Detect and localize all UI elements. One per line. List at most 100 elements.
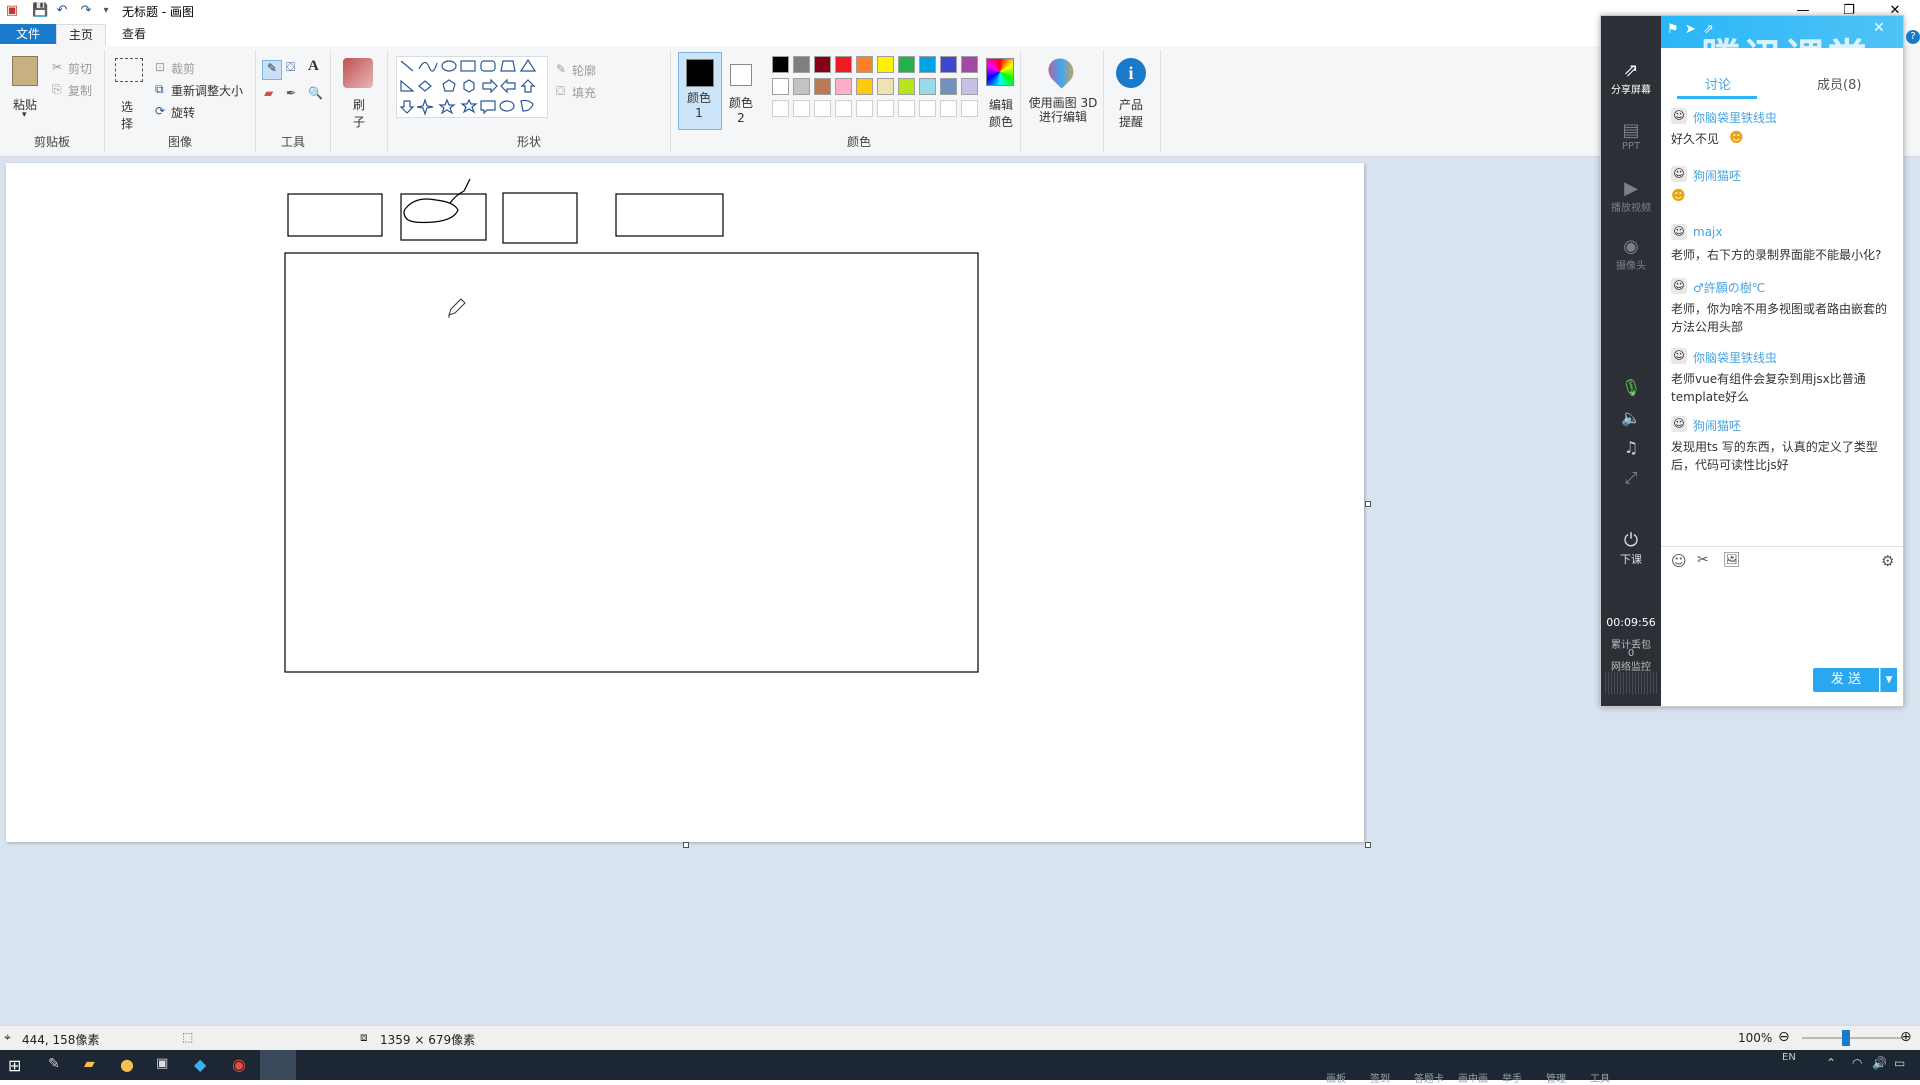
chat-settings-icon[interactable]: ⚙ — [1881, 552, 1894, 570]
palette-swatch[interactable] — [793, 56, 810, 73]
edit-colors-button[interactable]: 编辑颜色 — [986, 96, 1016, 130]
end-class-button[interactable]: ⏻ 下课 — [1601, 530, 1661, 567]
select-icon[interactable] — [115, 58, 143, 82]
paint-app-icon[interactable]: ▣ — [4, 3, 20, 19]
chat-input[interactable] — [1665, 572, 1895, 646]
send-options-chevron-icon[interactable]: ▼ — [1880, 668, 1897, 692]
edit-colors-icon[interactable] — [986, 58, 1014, 86]
classroom-toolbar-item[interactable]: 签到 — [1370, 1070, 1390, 1085]
magnifier-icon[interactable]: 🔍 — [308, 86, 323, 100]
custom-color-slot[interactable] — [877, 100, 894, 117]
palette-swatch[interactable] — [919, 78, 936, 95]
palette-swatch[interactable] — [835, 56, 852, 73]
tab-home[interactable]: 主页 — [56, 24, 107, 46]
input-language[interactable]: EN — [1782, 1052, 1796, 1063]
crop-button[interactable]: 裁剪 — [171, 60, 195, 77]
palette-swatch[interactable] — [772, 78, 789, 95]
custom-color-slot[interactable] — [961, 100, 978, 117]
palette-swatch[interactable] — [856, 56, 873, 73]
brush-icon[interactable] — [343, 58, 373, 88]
chat-username[interactable]: ♂許願の樹℃ — [1693, 279, 1765, 296]
camera-button[interactable]: ◉ 摄像头 — [1601, 236, 1661, 272]
pencil-icon[interactable]: ✎ — [262, 60, 282, 80]
customize-quick-access-icon[interactable]: ▾ — [98, 3, 114, 19]
zoom-slider[interactable] — [1802, 1037, 1902, 1039]
product-alert-button[interactable]: 产品提醒 — [1116, 96, 1146, 130]
canvas-resize-handle-right[interactable] — [1365, 501, 1371, 507]
classroom-toolbar-item[interactable]: 工具 — [1590, 1070, 1610, 1085]
copy-button[interactable]: 复制 — [68, 82, 92, 99]
custom-color-slot[interactable] — [898, 100, 915, 117]
ppt-button[interactable]: ▤ PPT — [1601, 120, 1661, 152]
cut-button[interactable]: 剪切 — [68, 60, 92, 77]
pin-icon[interactable]: ⚑ — [1667, 22, 1679, 37]
tab-members[interactable]: 成员(8) — [1817, 74, 1861, 93]
share-screen-button[interactable]: ⇗ 分享屏幕 — [1601, 60, 1661, 96]
play-video-button[interactable]: ▶ 播放视频 — [1601, 178, 1661, 214]
custom-color-slot[interactable] — [940, 100, 957, 117]
tray-expand-icon[interactable]: ⌃ — [1826, 1056, 1836, 1070]
microphone-icon[interactable]: 🎙 — [1601, 378, 1661, 397]
chat-username[interactable]: 狗闹猫呸 — [1693, 417, 1741, 434]
canvas-resize-handle-corner[interactable] — [1365, 842, 1371, 848]
classroom-toolbar-item[interactable]: 答题卡 — [1414, 1070, 1444, 1085]
palette-swatch[interactable] — [898, 56, 915, 73]
chat-username[interactable]: majx — [1693, 225, 1722, 239]
terminal-icon[interactable]: ▣ — [156, 1056, 168, 1071]
chat-close-icon[interactable]: ✕ — [1873, 20, 1885, 36]
file-explorer-icon[interactable]: ▰ — [84, 1056, 95, 1072]
help-icon[interactable]: ? — [1906, 30, 1920, 44]
classroom-toolbar-item[interactable]: 画中画 — [1458, 1070, 1488, 1085]
tab-discuss[interactable]: 讨论 — [1705, 74, 1731, 93]
custom-color-slot[interactable] — [814, 100, 831, 117]
canvas-resize-handle-bottom[interactable] — [683, 842, 689, 848]
tab-view[interactable]: 查看 — [110, 24, 158, 44]
paint3d-button[interactable]: 使用画图 3D 进行编辑 — [1027, 96, 1099, 124]
palette-swatch[interactable] — [877, 56, 894, 73]
tab-file[interactable]: 文件 — [0, 24, 56, 44]
fill-button[interactable]: 填充 — [572, 84, 596, 101]
resize-button[interactable]: 重新调整大小 — [171, 82, 243, 99]
outline-button[interactable]: 轮廓 — [572, 62, 596, 79]
palette-swatch[interactable] — [814, 78, 831, 95]
tencent-classroom-icon[interactable]: ◆ — [194, 1055, 206, 1074]
palette-swatch[interactable] — [856, 78, 873, 95]
undo-icon[interactable]: ↶ — [54, 3, 70, 19]
custom-color-slot[interactable] — [793, 100, 810, 117]
classroom-toolbar-item[interactable]: 画板 — [1326, 1070, 1346, 1085]
notification-icon[interactable]: ▭ — [1894, 1056, 1905, 1070]
chat-username[interactable]: 你脑袋里铁线虫 — [1693, 109, 1777, 126]
palette-swatch[interactable] — [961, 56, 978, 73]
palette-swatch[interactable] — [898, 78, 915, 95]
palette-swatch[interactable] — [961, 78, 978, 95]
zoom-slider-thumb[interactable] — [1842, 1030, 1850, 1046]
palette-swatch[interactable] — [919, 56, 936, 73]
arrow-icon[interactable]: ➤ — [1685, 22, 1696, 37]
select-button[interactable]: 选择 — [121, 98, 135, 132]
palette-swatch[interactable] — [814, 56, 831, 73]
zoom-in-icon[interactable]: ⊕ — [1900, 1029, 1912, 1045]
windows-start-icon[interactable]: ⊞ — [8, 1056, 21, 1075]
brushes-button[interactable]: 刷子 — [353, 96, 367, 130]
paste-icon[interactable] — [12, 56, 38, 86]
zoom-out-icon[interactable]: ⊖ — [1778, 1029, 1790, 1045]
save-icon[interactable]: 💾 — [32, 3, 48, 19]
paint3d-icon[interactable] — [1043, 53, 1079, 89]
chrome-icon[interactable]: ◉ — [232, 1055, 246, 1074]
palette-swatch[interactable] — [940, 56, 957, 73]
color1-selector[interactable]: 颜色 1 — [678, 52, 722, 130]
classroom-toolbar-item[interactable]: 举手 — [1502, 1070, 1522, 1085]
eraser-icon[interactable]: ▰ — [264, 86, 273, 100]
chat-username[interactable]: 你脑袋里铁线虫 — [1693, 349, 1777, 366]
drawing-canvas[interactable] — [6, 163, 1364, 842]
classroom-toolbar-item[interactable]: 管理 — [1546, 1070, 1566, 1085]
custom-color-slot[interactable] — [919, 100, 936, 117]
palette-swatch[interactable] — [835, 78, 852, 95]
fullscreen-icon[interactable]: ⤢ — [1601, 468, 1661, 488]
shapes-gallery[interactable] — [396, 56, 548, 118]
pinned-app-icon[interactable]: ✎ — [48, 1056, 60, 1072]
redo-icon[interactable]: ↷ — [78, 3, 94, 19]
emoji-icon[interactable]: ☺ — [1671, 552, 1687, 570]
custom-color-slot[interactable] — [772, 100, 789, 117]
network-icon[interactable]: ◠ — [1852, 1056, 1862, 1070]
